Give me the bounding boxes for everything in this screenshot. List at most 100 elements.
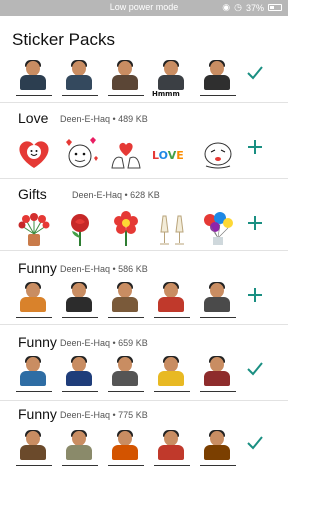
sticker-image[interactable] <box>196 60 240 98</box>
sticker-caption-script <box>104 93 148 98</box>
sticker-body <box>204 371 230 386</box>
sticker-caption-script <box>12 389 56 394</box>
sticker-body <box>204 75 230 90</box>
add-pack-button[interactable] <box>244 138 266 160</box>
sticker-image[interactable] <box>58 210 102 248</box>
sticker-image[interactable] <box>150 282 194 320</box>
sticker-pack-row[interactable]: Hmmm <box>0 52 288 103</box>
sticker-body <box>66 75 92 90</box>
sticker-head <box>72 283 86 298</box>
sticker-body <box>158 371 184 386</box>
sticker-caption-script <box>12 93 56 98</box>
sticker-image[interactable]: LOVE <box>150 134 194 172</box>
sticker-preview-strip: Hmmm <box>12 60 242 98</box>
sticker-image[interactable] <box>104 356 148 394</box>
sticker-image[interactable] <box>58 134 102 172</box>
sticker-image[interactable] <box>196 282 240 320</box>
sticker-image[interactable] <box>150 430 194 468</box>
sticker-image[interactable] <box>12 430 56 468</box>
sticker-caption-script <box>58 463 102 468</box>
add-pack-button[interactable] <box>244 286 266 308</box>
pack-publisher-size: Deen-E-Haq • 659 KB <box>60 338 148 348</box>
plus-icon <box>248 288 262 302</box>
sticker-image[interactable] <box>104 282 148 320</box>
sticker-head <box>164 357 178 372</box>
battery-percent: 37% <box>245 2 264 13</box>
add-pack-button[interactable] <box>244 214 266 236</box>
sticker-image[interactable] <box>196 430 240 468</box>
sticker-caption-script <box>196 389 240 394</box>
sticker-head <box>210 61 224 76</box>
sticker-head <box>26 61 40 76</box>
sticker-image[interactable] <box>196 210 240 248</box>
sticker-image[interactable] <box>104 134 148 172</box>
sticker-head <box>210 357 224 372</box>
sticker-image[interactable] <box>58 282 102 320</box>
pack-publisher-size: Deen-E-Haq • 586 KB <box>60 264 148 274</box>
pack-name: Funny <box>18 334 57 350</box>
check-icon <box>247 66 263 80</box>
sticker-preview-strip: LOVE <box>12 134 242 172</box>
sticker-image[interactable]: Hmmm <box>150 60 194 98</box>
sticker-head <box>26 431 40 446</box>
sticker-body <box>158 445 184 460</box>
sticker-head <box>118 283 132 298</box>
sticker-caption-script <box>104 463 148 468</box>
row-divider <box>0 178 288 179</box>
sticker-body <box>20 371 46 386</box>
check-icon <box>247 436 263 450</box>
sticker-pack-row[interactable]: Love Deen-E-Haq • 489 KB LOVE <box>0 104 288 179</box>
sticker-head <box>164 283 178 298</box>
sticker-image[interactable] <box>196 134 240 172</box>
sticker-preview-strip <box>12 356 242 394</box>
sticker-image[interactable] <box>58 60 102 98</box>
sticker-image[interactable] <box>12 134 56 172</box>
pack-name: Funny <box>18 406 57 422</box>
sticker-body <box>66 371 92 386</box>
pack-name: Funny <box>18 260 57 276</box>
pack-publisher-size: Deen-E-Haq • 489 KB <box>60 114 148 124</box>
sticker-body <box>20 75 46 90</box>
alarm-icon: ◷ <box>234 2 242 12</box>
sticker-image[interactable] <box>58 430 102 468</box>
pack-name: Love <box>18 110 49 126</box>
check-icon[interactable] <box>244 360 266 382</box>
sticker-body <box>158 297 184 312</box>
status-bar: Low power mode ◉ ◷ 37% <box>0 0 288 16</box>
sticker-head <box>26 357 40 372</box>
sticker-image[interactable] <box>12 60 56 98</box>
sticker-head <box>164 431 178 446</box>
sticker-image[interactable] <box>104 60 148 98</box>
sticker-head <box>164 61 178 76</box>
pack-publisher-size: Deen-E-Haq • 775 KB <box>60 410 148 420</box>
sticker-pack-row[interactable]: Funny Deen-E-Haq • 659 KB <box>0 326 288 401</box>
sticker-image[interactable] <box>104 210 148 248</box>
pack-name: Gifts <box>18 186 47 202</box>
sticker-caption-script <box>150 463 194 468</box>
sticker-label: Hmmm <box>152 90 180 98</box>
sticker-body <box>20 445 46 460</box>
sticker-image[interactable] <box>12 210 56 248</box>
sticker-head <box>210 283 224 298</box>
page-title: Sticker Packs <box>12 30 115 49</box>
check-icon[interactable] <box>244 434 266 456</box>
sticker-image[interactable] <box>150 210 194 248</box>
sticker-image[interactable] <box>12 356 56 394</box>
sticker-pack-row[interactable]: Funny Deen-E-Haq • 586 KB <box>0 252 288 325</box>
sticker-pack-row[interactable]: Gifts Deen-E-Haq • 628 KB <box>0 180 288 251</box>
sticker-image[interactable] <box>12 282 56 320</box>
sticker-image[interactable] <box>104 430 148 468</box>
sticker-body <box>66 445 92 460</box>
sticker-preview-strip <box>12 430 242 468</box>
sticker-image[interactable] <box>58 356 102 394</box>
sticker-caption-script <box>196 463 240 468</box>
sticker-caption-script <box>196 93 240 98</box>
sticker-body <box>66 297 92 312</box>
sticker-pack-row[interactable]: Funny Deen-E-Haq • 775 KB <box>0 400 288 500</box>
row-divider <box>0 250 288 251</box>
sticker-image[interactable] <box>196 356 240 394</box>
sticker-image[interactable] <box>150 356 194 394</box>
sticker-head <box>72 431 86 446</box>
check-icon[interactable] <box>244 64 266 86</box>
sticker-caption-script <box>196 315 240 320</box>
